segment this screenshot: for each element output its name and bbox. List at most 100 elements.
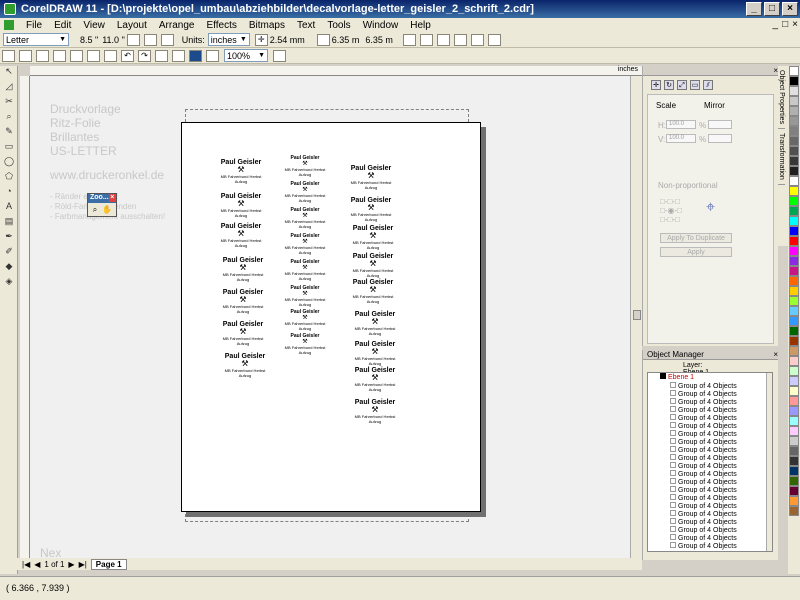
coreldraw-app-icon[interactable] xyxy=(4,3,16,15)
color-swatch[interactable] xyxy=(789,196,799,206)
snap-objects-icon[interactable] xyxy=(436,33,450,46)
zoom-flyout-header[interactable]: Zoo... × xyxy=(88,194,116,203)
color-swatch[interactable] xyxy=(789,86,799,96)
color-swatch[interactable] xyxy=(789,366,799,376)
next-page-icon[interactable]: ▶ xyxy=(68,560,74,569)
color-swatch[interactable] xyxy=(789,316,799,326)
position-icon[interactable]: ✛ xyxy=(651,80,661,90)
scroll-thumb[interactable] xyxy=(633,310,641,320)
color-swatch[interactable] xyxy=(789,206,799,216)
layer-row[interactable]: Ebene 1 xyxy=(648,373,772,382)
eyedropper-tool-icon[interactable]: ✒ xyxy=(3,231,15,242)
portrait-icon[interactable] xyxy=(126,33,140,46)
list-item[interactable]: Group of 4 Objects xyxy=(648,518,772,526)
color-swatch[interactable] xyxy=(789,156,799,166)
zoom-flyout[interactable]: Zoo... × ⌕ ✋ xyxy=(87,193,117,217)
tab-page-1[interactable]: Page 1 xyxy=(90,558,127,570)
list-item[interactable]: Group of 4 Objects xyxy=(648,510,772,518)
color-swatch[interactable] xyxy=(789,426,799,436)
color-swatch[interactable] xyxy=(789,396,799,406)
sticker[interactable]: Paul Geisler ⚒ MB Fahrerbund Herbst Aufzug xyxy=(280,259,330,281)
color-swatch[interactable] xyxy=(789,436,799,446)
nudge-field[interactable]: 2.54 mm xyxy=(270,35,305,45)
sticker[interactable]: Paul Geisler ⚒ MB Fahrerbund Herbst Aufzug xyxy=(280,155,330,177)
zoom-icon[interactable]: ⌕ xyxy=(90,205,100,215)
paste-icon[interactable] xyxy=(104,49,117,62)
interactive-fill-tool-icon[interactable]: ◈ xyxy=(3,276,15,287)
sticker[interactable]: Paul Geisler ⚒ MB Fahrerbund Herbst Aufzug xyxy=(220,353,270,378)
apply-button[interactable]: Apply xyxy=(660,247,732,257)
page[interactable]: Paul Geisler ⚒ MB Fahrerbund Herbst Aufzug… xyxy=(181,122,481,512)
color-swatch[interactable] xyxy=(789,236,799,246)
color-swatch[interactable] xyxy=(789,486,799,496)
list-item[interactable]: Group of 4 Objects xyxy=(648,454,772,462)
duplicate-x-field[interactable]: 6.35 m xyxy=(332,35,360,45)
pick-tool-icon[interactable]: ↖ xyxy=(3,66,15,77)
rectangle-tool-icon[interactable]: ▭ xyxy=(3,141,15,152)
last-page-icon[interactable]: ▶| xyxy=(79,560,87,569)
polygon-tool-icon[interactable]: ⬠ xyxy=(3,171,15,182)
hand-icon[interactable] xyxy=(273,49,286,62)
width-field[interactable]: 8.5 " xyxy=(80,35,98,45)
sticker[interactable]: Paul Geisler ⚒ MB Fahrerbund Herbst Aufzug xyxy=(280,207,330,229)
tab-transformation[interactable]: Transformation xyxy=(778,129,785,185)
undo-icon[interactable]: ↶ xyxy=(121,49,134,62)
list-item[interactable]: Group of 4 Objects xyxy=(648,414,772,422)
basic-shapes-tool-icon[interactable]: ◔ xyxy=(3,186,15,197)
sticker[interactable]: Paul Geisler ⚒ MB Fahrerbund Herbst Aufzug xyxy=(350,341,400,366)
color-swatch[interactable] xyxy=(789,356,799,366)
sticker[interactable]: Paul Geisler ⚒ MB Fahrerbund Herbst Aufzug xyxy=(218,257,268,282)
size-icon[interactable]: ▭ xyxy=(690,80,700,90)
treat-as-filled-icon[interactable] xyxy=(470,33,484,46)
first-page-icon[interactable]: |◀ xyxy=(22,560,30,569)
zoom-select[interactable]: 100% ▼ xyxy=(224,49,268,62)
hand-icon[interactable]: ✋ xyxy=(102,205,112,215)
save-icon[interactable] xyxy=(36,49,49,62)
outline-tool-icon[interactable]: ✐ xyxy=(3,246,15,257)
sticker[interactable]: Paul Geisler ⚒ MB Fahrerbund Herbst Aufzug xyxy=(346,197,396,222)
color-swatch[interactable] xyxy=(789,96,799,106)
list-item[interactable]: Group of 4 Objects xyxy=(648,478,772,486)
menu-edit[interactable]: Edit xyxy=(48,20,77,31)
menu-tools[interactable]: Tools xyxy=(321,20,356,31)
list-item[interactable]: Group of 4 Objects xyxy=(648,462,772,470)
color-swatch[interactable] xyxy=(789,166,799,176)
list-item[interactable]: Group of 4 Objects xyxy=(648,446,772,454)
list-item[interactable]: Group of 4 Objects xyxy=(648,486,772,494)
freehand-tool-icon[interactable]: ✎ xyxy=(3,126,15,137)
sticker[interactable]: Paul Geisler ⚒ MB Fahrerbund Herbst Aufzug xyxy=(280,285,330,307)
close-button[interactable]: × xyxy=(782,2,798,16)
paper-size-select[interactable]: Letter ▼ xyxy=(3,33,69,46)
sticker[interactable]: Paul Geisler ⚒ MB Fahrerbund Herbst Aufzug xyxy=(348,253,398,278)
list-item[interactable]: Group of 4 Objects xyxy=(648,398,772,406)
color-swatch[interactable] xyxy=(789,406,799,416)
prev-page-icon[interactable]: ◀ xyxy=(34,560,40,569)
sticker[interactable]: Paul Geisler ⚒ MB Fahrerbund Herbst Aufzug xyxy=(350,311,400,336)
cut-icon[interactable] xyxy=(70,49,83,62)
knife-tool-icon[interactable]: ✂ xyxy=(3,96,15,107)
color-swatch[interactable] xyxy=(789,186,799,196)
import-icon[interactable] xyxy=(155,49,168,62)
copy-icon[interactable] xyxy=(87,49,100,62)
sticker[interactable]: Paul Geisler ⚒ MB Fahrerbund Herbst Aufzug xyxy=(280,333,330,355)
export-icon[interactable] xyxy=(172,49,185,62)
menu-layout[interactable]: Layout xyxy=(111,20,153,31)
snap-guides-icon[interactable] xyxy=(419,33,433,46)
application-launcher-icon[interactable] xyxy=(189,49,202,62)
drawing-canvas[interactable]: Druckvorlage Ritz-Folie Brillantes US-LE… xyxy=(30,76,630,558)
color-swatch[interactable] xyxy=(789,276,799,286)
color-swatch[interactable] xyxy=(789,476,799,486)
sticker[interactable]: Paul Geisler ⚒ MB Fahrerbund Herbst Aufzug xyxy=(350,367,400,392)
color-swatch[interactable] xyxy=(789,176,799,186)
text-tool-icon[interactable]: A xyxy=(3,201,15,212)
list-item[interactable]: Group of 4 Objects xyxy=(648,430,772,438)
tab-object-properties[interactable]: Object Properties xyxy=(778,66,785,130)
color-swatch[interactable] xyxy=(789,266,799,276)
sticker[interactable]: Paul Geisler ⚒ MB Fahrerbund Herbst Aufzug xyxy=(218,289,268,314)
color-swatch[interactable] xyxy=(789,146,799,156)
fill-tool-icon[interactable]: ◆ xyxy=(3,261,15,272)
color-swatch[interactable] xyxy=(789,126,799,136)
color-swatch[interactable] xyxy=(789,386,799,396)
menu-help[interactable]: Help xyxy=(404,20,437,31)
duplicate-y-field[interactable]: 6.35 m xyxy=(365,35,393,45)
